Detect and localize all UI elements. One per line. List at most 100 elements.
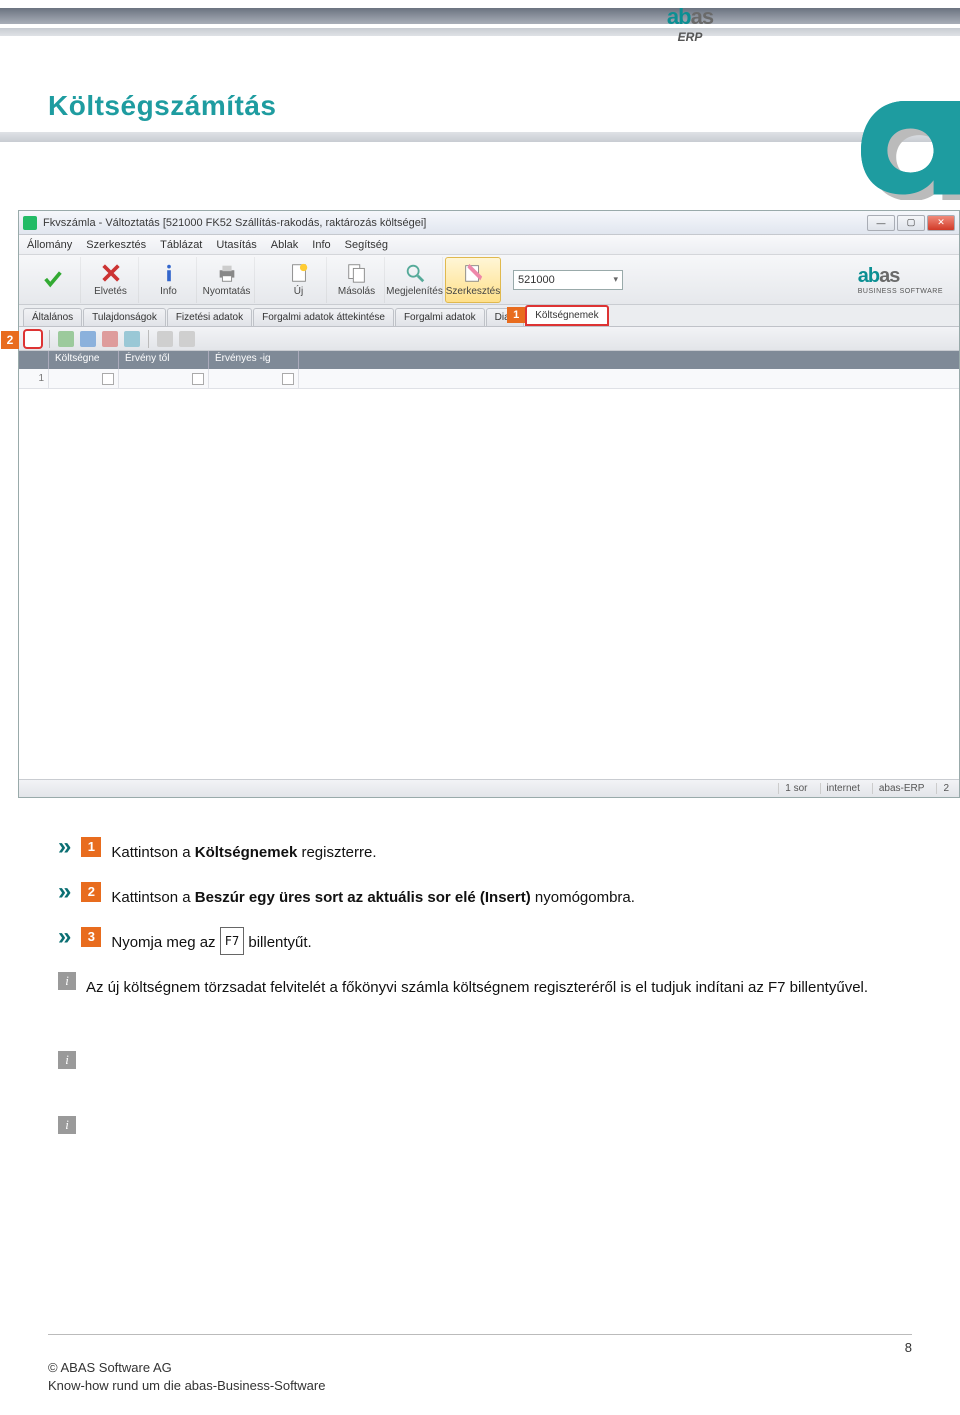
info-icon: i	[58, 1051, 76, 1069]
header-stripe-2	[0, 28, 960, 36]
discard-button[interactable]: Elvetés	[83, 257, 139, 303]
page-title: Költségszámítás	[48, 90, 960, 122]
tool-icon-3[interactable]	[102, 331, 118, 347]
step-2-text: Kattintson a Beszúr egy üres sort az akt…	[111, 875, 950, 914]
step-badge: 3	[81, 927, 101, 947]
row-number: 1	[19, 369, 49, 388]
window-title: Fkvszámla - Változtatás [521000 FK52 Szá…	[43, 217, 867, 229]
calendar-icon[interactable]	[282, 373, 294, 385]
tool-icon-1[interactable]	[58, 331, 74, 347]
step-badge: 1	[81, 837, 101, 857]
sub-toolbar-wrap: 2	[19, 327, 959, 351]
menu-ablak[interactable]: Ablak	[271, 239, 299, 251]
tab-fizetesi[interactable]: Fizetési adatok	[167, 308, 252, 326]
tab-forgalmi[interactable]: Forgalmi adatok	[395, 308, 485, 326]
info-icon: i	[58, 972, 76, 990]
menu-tablazat[interactable]: Táblázat	[160, 239, 202, 251]
step-badge-2: 2	[1, 331, 19, 349]
table-row[interactable]: 1	[19, 369, 959, 389]
pencil-doc-icon	[462, 262, 484, 284]
grid-header: Költségne Érvény től Érvényes -ig	[19, 351, 959, 369]
tool-print-icon[interactable]	[179, 331, 195, 347]
info-icon: i	[58, 1116, 76, 1134]
app-window: Fkvszámla - Változtatás [521000 FK52 Szá…	[18, 210, 960, 798]
footer-divider	[48, 1334, 912, 1335]
tab-forgalmi-attekintes[interactable]: Forgalmi adatok áttekintése	[253, 308, 394, 326]
tab-koltsegnemek[interactable]: Költségnemek	[525, 305, 608, 326]
footer-tagline: Know-how rund um die abas-Business-Softw…	[48, 1377, 325, 1395]
info-icon	[158, 262, 180, 284]
maximize-button[interactable]: ▢	[897, 215, 925, 231]
header-stripe-1	[0, 8, 960, 24]
status-app: abas-ERP	[872, 783, 931, 794]
account-combo[interactable]: 521000	[513, 270, 623, 290]
page-title-section: Költségszámítás	[0, 45, 960, 152]
close-button[interactable]: ✕	[927, 215, 955, 231]
status-bar: 1 sor internet abas-ERP 2	[19, 779, 959, 797]
step-3-text: Nyomja meg az F7 billentyűt.	[111, 920, 950, 959]
sub-toolbar	[19, 327, 959, 351]
page-header: abas ERP	[0, 0, 960, 45]
menu-bar: Állomány Szerkesztés Táblázat Utasítás A…	[19, 235, 959, 255]
info-note: i Az új költségnem törzsadat felvitelét …	[58, 965, 950, 1004]
insert-row-icon[interactable]	[25, 331, 41, 347]
status-net: internet	[820, 783, 866, 794]
copy-button[interactable]: Másolás	[329, 257, 385, 303]
logo-as: as	[691, 4, 713, 29]
cell-ervenytol[interactable]	[119, 369, 209, 388]
separator	[148, 330, 149, 348]
footer-copyright: © ABAS Software AG	[48, 1359, 325, 1377]
info-button[interactable]: Info	[141, 257, 197, 303]
tab-diagram[interactable]: Diag1	[486, 308, 525, 326]
grid-body	[19, 389, 959, 779]
info-placeholder-1: i	[58, 1044, 950, 1069]
grid-header-ervenyesig[interactable]: Érvényes -ig	[209, 351, 299, 369]
tool-info-icon[interactable]	[157, 331, 173, 347]
title-underline	[0, 132, 960, 142]
tab-tulajdonsagok[interactable]: Tulajdonságok	[83, 308, 166, 326]
grid-header-ervenytol[interactable]: Érvény től	[119, 351, 209, 369]
toolbar-logo: abas BUSINESS SOFTWARE	[858, 265, 953, 295]
instructions: » 1 Kattintson a Költségnemek regiszterr…	[58, 830, 950, 1140]
menu-info[interactable]: Info	[312, 239, 330, 251]
magnifier-icon	[404, 262, 426, 284]
app-icon	[23, 216, 37, 230]
tool-icon-4[interactable]	[124, 331, 140, 347]
menu-allomany[interactable]: Állomány	[27, 239, 72, 251]
grid-header-koltsegne[interactable]: Költségne	[49, 351, 119, 369]
main-toolbar: Elvetés Info Nyomtatás Új Másolás Megjel…	[19, 255, 959, 305]
step-1-text: Kattintson a Költségnemek regiszterre.	[111, 830, 950, 869]
print-button[interactable]: Nyomtatás	[199, 257, 255, 303]
lookup-icon[interactable]	[102, 373, 114, 385]
printer-icon	[216, 262, 238, 284]
logo-ab: ab	[667, 4, 691, 29]
header-logo: abas ERP	[650, 4, 730, 44]
check-icon	[42, 268, 64, 290]
status-rows: 1 sor	[778, 783, 813, 794]
separator	[49, 330, 50, 348]
save-button[interactable]	[25, 257, 81, 303]
new-button[interactable]: Új	[271, 257, 327, 303]
chevron-icon: »	[58, 830, 71, 864]
step-badge-1: 1	[507, 307, 525, 323]
tab-altalanos[interactable]: Általános	[23, 308, 82, 326]
cell-koltsegne[interactable]	[49, 369, 119, 388]
tool-icon-2[interactable]	[80, 331, 96, 347]
view-button[interactable]: Megjelenítés	[387, 257, 443, 303]
f7-key-icon: F7	[220, 927, 244, 955]
window-titlebar: Fkvszámla - Változtatás [521000 FK52 Szá…	[19, 211, 959, 235]
footer-text: © ABAS Software AG Know-how rund um die …	[48, 1359, 325, 1395]
menu-segitseg[interactable]: Segítség	[345, 239, 388, 251]
info-placeholder-2: i	[58, 1109, 950, 1134]
calendar-icon[interactable]	[192, 373, 204, 385]
edit-button[interactable]: Szerkesztés	[445, 257, 501, 303]
menu-szerkesztes[interactable]: Szerkesztés	[86, 239, 146, 251]
status-n: 2	[936, 783, 955, 794]
x-icon	[100, 262, 122, 284]
info-text: Az új költségnem törzsadat felvitelét a …	[86, 965, 950, 1004]
minimize-button[interactable]: —	[867, 215, 895, 231]
copy-icon	[346, 262, 368, 284]
logo-erp: ERP	[650, 30, 730, 44]
menu-utasitas[interactable]: Utasítás	[216, 239, 256, 251]
cell-ervenyesig[interactable]	[209, 369, 299, 388]
